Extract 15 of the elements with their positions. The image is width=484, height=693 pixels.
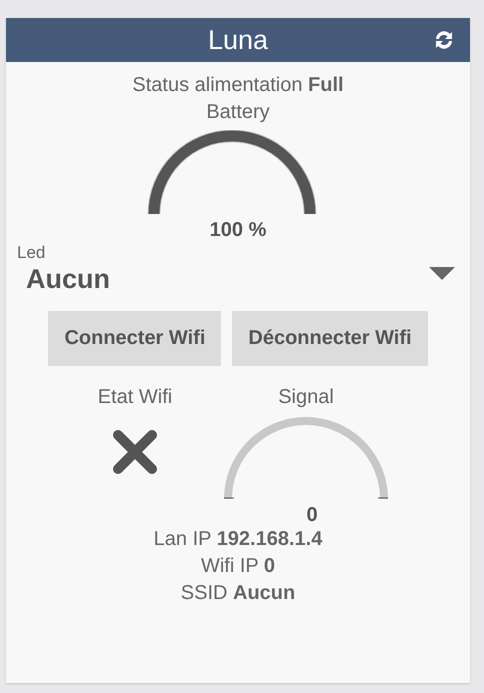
wifi-button[interactable]: Déconnecter Wifi	[232, 311, 428, 366]
info-line: Lan IP 192.168.1.4	[154, 527, 322, 552]
battery-label: Battery	[206, 100, 270, 125]
signal-reading: 0	[306, 504, 318, 526]
wifi-button[interactable]: Connecter Wifi	[48, 311, 222, 366]
led-select[interactable]: Aucun	[26, 263, 446, 295]
caret-icon[interactable]	[429, 267, 455, 280]
panel-title: Luna	[208, 24, 268, 56]
signal-label: Signal	[278, 385, 334, 410]
power-status: Status alimentation Full	[132, 73, 344, 98]
battery-reading: 100 %	[210, 219, 266, 241]
led-label: Led	[17, 243, 46, 263]
info-line: SSID Aucun	[180, 581, 296, 606]
wifi-state-label: Etat Wifi	[98, 385, 172, 410]
info-line: Wifi IP 0	[200, 554, 276, 579]
